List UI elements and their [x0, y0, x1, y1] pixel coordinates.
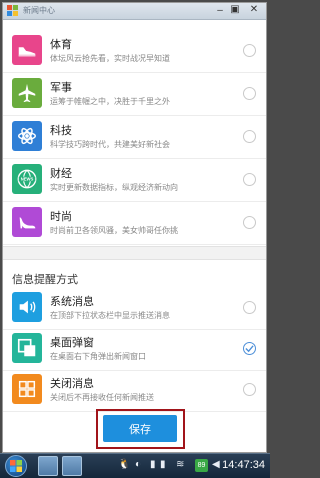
- qq-penguin-icon[interactable]: 🐧: [118, 459, 130, 470]
- category-desc: 体坛风云抢先看，实时战况早知道: [50, 54, 170, 63]
- reminder-row-desktop[interactable]: 桌面弹窗 在桌面右下角弹出新闻窗口: [3, 328, 266, 371]
- grid-icon: [12, 374, 42, 404]
- minimize-button[interactable]: –: [214, 5, 226, 17]
- signal-icon[interactable]: ▮: [160, 459, 166, 470]
- category-title: 时尚: [50, 211, 72, 223]
- checkmark-icon: [245, 345, 254, 353]
- popup-window-icon: [12, 333, 42, 363]
- svg-text:NEWS: NEWS: [21, 176, 34, 181]
- reminder-title: 关闭消息: [50, 378, 94, 390]
- reminder-radio[interactable]: [243, 383, 256, 396]
- windows-logo-icon: [10, 460, 22, 472]
- category-desc: 实时更新数据指标，纵观经济新动向: [50, 183, 178, 192]
- category-title: 军事: [50, 82, 72, 94]
- category-title: 科技: [50, 125, 72, 137]
- speaker-icon: [12, 292, 42, 322]
- app-window: 新闻中心 – ▣ ✕ 体育 体坛风云抢先看，实时战况早知道 军事 运筹于帷幄之中…: [2, 2, 267, 453]
- category-radio[interactable]: [243, 130, 256, 143]
- close-button[interactable]: ✕: [248, 4, 260, 16]
- windows-logo-icon: [7, 5, 18, 16]
- volume-icon[interactable]: ◀: [212, 459, 220, 470]
- reminder-row-off[interactable]: 关闭消息 关闭后不再接收任何新闻推送: [3, 369, 266, 412]
- reminder-section-title: 信息提醒方式: [12, 274, 78, 286]
- category-row-finance[interactable]: NEWS 财经 实时更新数据指标，纵观经济新动向: [3, 159, 266, 202]
- category-row-sports[interactable]: 体育 体坛风云抢先看，实时战况早知道: [3, 30, 266, 73]
- taskbar: 🐧 ◐ ▮ ▮ ≋ 89 ◀ 14:47:34: [0, 453, 270, 478]
- signal-icon[interactable]: ▮: [150, 459, 156, 470]
- airplane-icon: [12, 78, 42, 108]
- category-desc: 运筹于帷幄之中，决胜于千里之外: [50, 97, 170, 106]
- high-heel-icon: [12, 207, 42, 237]
- category-radio[interactable]: [243, 216, 256, 229]
- category-radio[interactable]: [243, 173, 256, 186]
- category-title: 财经: [50, 168, 72, 180]
- reminder-desc: 关闭后不再接收任何新闻推送: [50, 393, 154, 402]
- taskbar-app-2[interactable]: [62, 456, 82, 476]
- reminder-desc: 在桌面右下角弹出新闻窗口: [50, 352, 146, 361]
- reminder-radio-checked[interactable]: [243, 342, 256, 355]
- news-globe-icon: NEWS: [12, 164, 42, 194]
- reminder-title: 系统消息: [50, 296, 94, 308]
- category-title: 体育: [50, 39, 72, 51]
- wifi-icon[interactable]: ≋: [176, 459, 184, 470]
- reminder-desc: 在顶部下拉状态栏中显示推送消息: [50, 311, 170, 320]
- title-bar: 新闻中心 – ▣ ✕: [3, 3, 266, 20]
- reminder-row-system[interactable]: 系统消息 在顶部下拉状态栏中显示推送消息: [3, 287, 266, 330]
- category-desc: 科学技巧跨时代，共建美好新社会: [50, 140, 170, 149]
- category-row-tech[interactable]: 科技 科学技巧跨时代，共建美好新社会: [3, 116, 266, 159]
- atom-icon: [12, 121, 42, 151]
- taskbar-app-1[interactable]: [38, 456, 58, 476]
- category-radio[interactable]: [243, 44, 256, 57]
- reminder-radio[interactable]: [243, 301, 256, 314]
- save-button-highlight: 保存: [96, 409, 185, 449]
- reminder-title: 桌面弹窗: [50, 337, 94, 349]
- clock: 14:47:34: [222, 459, 265, 471]
- category-radio[interactable]: [243, 87, 256, 100]
- category-row-fashion[interactable]: 时尚 时尚前卫各领风骚，美女帅哥任你挑: [3, 202, 266, 245]
- save-button[interactable]: 保存: [103, 415, 177, 442]
- chat-icon[interactable]: ◐: [135, 459, 141, 470]
- shoe-icon: [12, 35, 42, 65]
- category-row-military[interactable]: 军事 运筹于帷幄之中，决胜于千里之外: [3, 73, 266, 116]
- category-desc: 时尚前卫各领风骚，美女帅哥任你挑: [50, 226, 178, 235]
- maximize-button[interactable]: ▣: [229, 4, 241, 16]
- battery-icon[interactable]: 89: [195, 459, 208, 472]
- section-divider: [3, 246, 266, 260]
- start-button[interactable]: [5, 455, 27, 477]
- window-title: 新闻中心: [23, 6, 55, 15]
